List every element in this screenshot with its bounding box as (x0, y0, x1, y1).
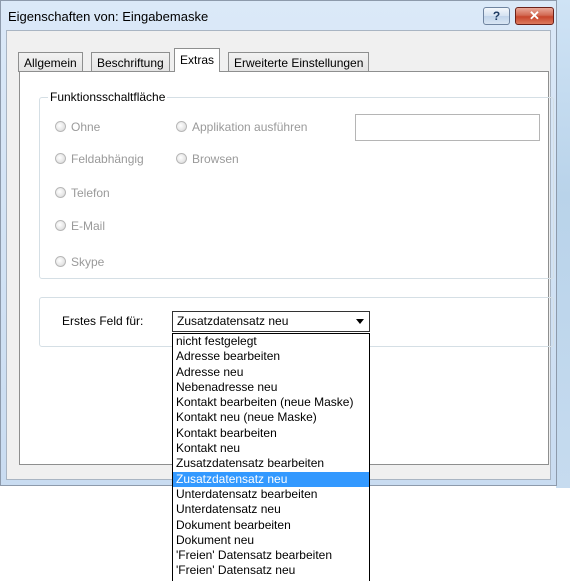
dropdown-option[interactable]: Kontakt bearbeiten (173, 426, 369, 441)
help-button[interactable]: ? (483, 7, 510, 25)
radio-browsen[interactable]: Browsen (176, 152, 239, 168)
dropdown-option[interactable]: 'Freien' Datensatz neu (173, 563, 369, 578)
title-bar[interactable]: Eigenschaften von: Eingabemaske ? ✕ (1, 1, 556, 31)
dropdown-option[interactable]: Unterdatensatz bearbeiten (173, 487, 369, 502)
dropdown-option[interactable]: Adresse neu (173, 365, 369, 380)
radio-icon (176, 153, 187, 164)
radio-email[interactable]: E-Mail (55, 219, 105, 235)
radio-skype[interactable]: Skype (55, 255, 104, 271)
radio-feldabhaengig[interactable]: Feldabhängig (55, 152, 144, 168)
first-field-label: Erstes Feld für: (62, 314, 144, 328)
tab-allgemein[interactable]: Allgemein (18, 52, 83, 72)
desktop-background (556, 0, 570, 488)
radio-icon (55, 153, 66, 164)
dropdown-option[interactable]: nicht festgelegt (173, 334, 369, 349)
radio-telefon[interactable]: Telefon (55, 186, 110, 202)
radio-icon (55, 256, 66, 267)
dropdown-option[interactable]: 'Freien' Datensatz bearbeiten (173, 548, 369, 563)
radio-icon (55, 220, 66, 231)
radio-icon (176, 121, 187, 132)
dropdown-option[interactable]: Dokument neu (173, 533, 369, 548)
dropdown-option[interactable]: Dokument bearbeiten (173, 518, 369, 533)
dropdown-option[interactable]: Adresse bearbeiten (173, 349, 369, 364)
tab-erweiterte-einstellungen[interactable]: Erweiterte Einstellungen (228, 52, 370, 72)
radio-icon (55, 121, 66, 132)
first-field-dropdown-list: nicht festgelegt Adresse bearbeiten Adress… (172, 333, 370, 581)
dropdown-option[interactable]: Zusatzdatensatz neu (173, 471, 369, 487)
application-path-input[interactable] (355, 114, 540, 141)
group-legend: Funktionsschaltfläche (48, 90, 168, 104)
tab-beschriftung[interactable]: Beschriftung (91, 52, 170, 72)
close-button[interactable]: ✕ (515, 7, 554, 25)
combobox-value: Zusatzdatensatz neu (177, 314, 289, 328)
dropdown-option[interactable]: Unterdatensatz neu (173, 502, 369, 517)
dropdown-option[interactable]: Zusatzdatensatz bearbeiten (173, 456, 369, 471)
dropdown-option[interactable]: Kontakt bearbeiten (neue Maske) (173, 395, 369, 410)
radio-applikation-ausfuehren[interactable]: Applikation ausführen (176, 120, 307, 136)
chevron-down-icon[interactable] (356, 319, 364, 324)
tab-extras[interactable]: Extras (174, 48, 221, 72)
radio-icon (55, 187, 66, 198)
window-title: Eigenschaften von: Eingabemaske (8, 9, 209, 24)
dropdown-option[interactable]: Nebenadresse neu (173, 380, 369, 395)
dropdown-option[interactable]: Kontakt neu (173, 441, 369, 456)
radio-ohne[interactable]: Ohne (55, 120, 100, 136)
first-field-combobox[interactable]: Zusatzdatensatz neu (172, 311, 370, 332)
dropdown-option[interactable]: Kontakt neu (neue Maske) (173, 410, 369, 425)
